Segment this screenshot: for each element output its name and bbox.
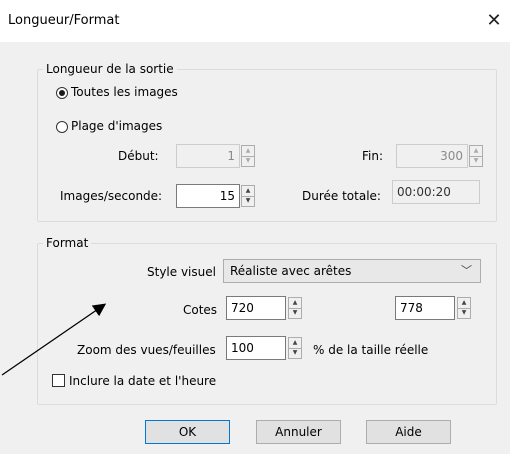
annotation-arrow — [1, 303, 107, 376]
length-format-dialog: Longueur/Format ✕ Longueur de la sortie … — [0, 0, 510, 454]
annotation-arrow-line — [1, 303, 107, 376]
